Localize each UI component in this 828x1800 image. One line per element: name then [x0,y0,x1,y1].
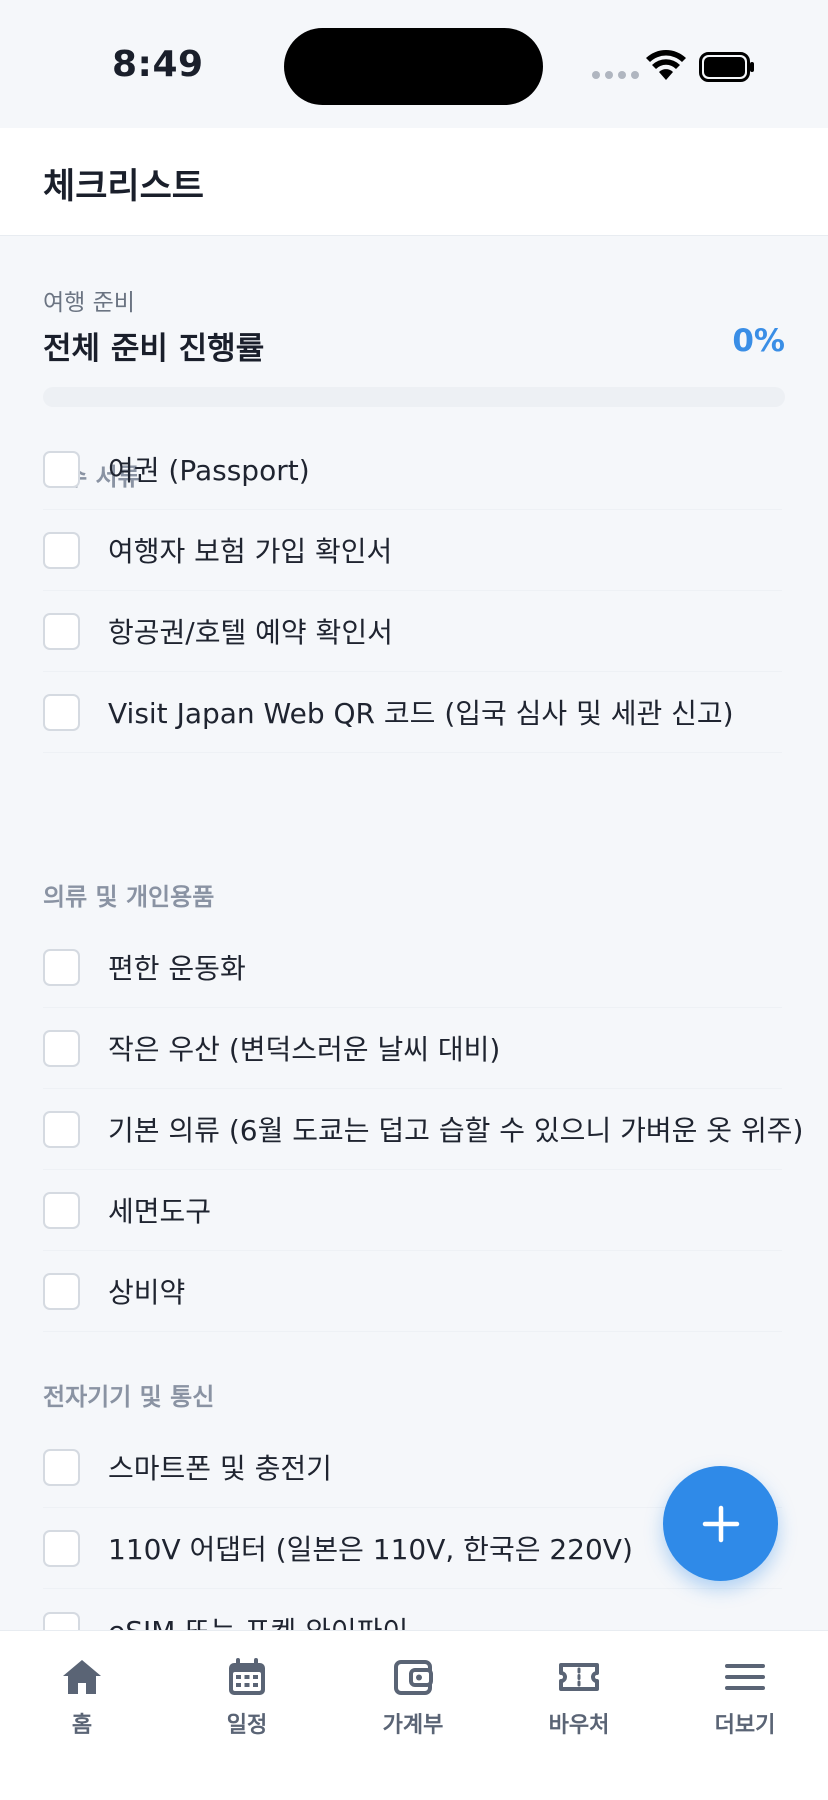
category-title: 의류 및 개인용품 [43,883,215,911]
progress-card: 여행 준비 전체 준비 진행률 0% [43,283,785,407]
item-label: 스마트폰 및 충전기 [108,1452,332,1485]
checklist-content[interactable]: 여행 준비 전체 준비 진행률 0% 필수 서류 여권 (Passport) 여… [0,237,828,1630]
tab-budget[interactable]: 가계부 [353,1655,473,1755]
checkbox[interactable] [43,1272,80,1310]
progress-label: 여행 준비 [43,290,135,316]
checklist-item[interactable]: 편한 운동화 [43,927,782,1008]
checkbox[interactable] [43,1029,80,1067]
tab-label: 홈 [71,1713,93,1738]
item-label: 편한 운동화 [108,952,246,985]
header: 체크리스트 [0,128,828,236]
tab-label: 더보기 [714,1713,776,1738]
checkbox[interactable] [43,693,80,731]
item-label: 항공권/호텔 예약 확인서 [108,616,393,649]
item-label: 세면도구 [108,1195,212,1228]
checklist-item[interactable]: 여행자 보험 가입 확인서 [43,510,782,591]
progress-bar [43,387,785,407]
checklist-item[interactable]: eSIM 또는 포켓 와이파이 [43,1590,782,1630]
checklist-item[interactable]: Visit Japan Web QR 코드 (입국 심사 및 세관 신고) [43,672,782,753]
home-icon [63,1660,101,1694]
tab-bar: 홈 일정 가계부 바우처 더보기 [0,1630,828,1800]
tab-more[interactable]: 더보기 [685,1655,805,1755]
ticket-icon [559,1663,599,1691]
plus-icon [702,1505,739,1542]
tab-label: 일정 [226,1713,268,1738]
checkbox[interactable] [43,1611,80,1630]
item-label: 작은 우산 (변덕스러운 날씨 대비) [108,1033,501,1066]
item-label: 여행자 보험 가입 확인서 [108,535,393,568]
checklist-item[interactable]: 기본 의류 (6월 도쿄는 덥고 습할 수 있으니 가벼운 옷 위주) [43,1089,803,1170]
calendar-icon [229,1658,265,1695]
item-label: 기본 의류 (6월 도쿄는 덥고 습할 수 있으니 가벼운 옷 위주) [108,1114,804,1147]
wifi-icon [646,50,686,80]
dynamic-island [284,28,543,105]
item-label: eSIM 또는 포켓 와이파이 [108,1610,408,1630]
item-label: Visit Japan Web QR 코드 (입국 심사 및 세관 신고) [108,697,734,730]
progress-percent: 0% [732,323,785,359]
checklist-item[interactable]: 작은 우산 (변덕스러운 날씨 대비) [43,1008,782,1089]
tab-label: 바우처 [548,1713,610,1738]
status-time: 8:49 [112,44,204,85]
tab-schedule[interactable]: 일정 [187,1655,307,1755]
battery-icon [699,52,754,82]
checkbox[interactable] [43,1191,80,1229]
checkbox[interactable] [43,1529,80,1567]
status-bar: 8:49 [0,0,828,128]
checkbox[interactable] [43,612,80,650]
wallet-icon [394,1660,433,1695]
tab-home[interactable]: 홈 [22,1655,142,1755]
item-label: 여권 (Passport) [108,454,310,487]
checkbox[interactable] [43,531,80,569]
cellular-signal-icon [592,71,639,79]
page-title: 체크리스트 [43,167,205,207]
add-item-button[interactable] [663,1466,778,1581]
checkbox[interactable] [43,948,80,986]
checklist-item[interactable]: 여권 (Passport) [43,429,782,510]
tab-voucher[interactable]: 바우처 [519,1655,639,1755]
menu-icon [725,1664,765,1690]
checkbox[interactable] [43,1110,80,1148]
item-label: 상비약 [108,1276,186,1309]
checkbox[interactable] [43,1448,80,1486]
checklist-item[interactable]: 상비약 [43,1251,782,1332]
checkbox[interactable] [43,450,80,488]
tab-label: 가계부 [382,1713,444,1738]
item-label: 110V 어댑터 (일본은 110V, 한국은 220V) [108,1533,633,1566]
checklist-item[interactable]: 항공권/호텔 예약 확인서 [43,591,782,672]
progress-title: 전체 준비 진행률 [43,331,265,367]
checklist-item[interactable]: 세면도구 [43,1170,782,1251]
category-title: 전자기기 및 통신 [43,1383,215,1411]
